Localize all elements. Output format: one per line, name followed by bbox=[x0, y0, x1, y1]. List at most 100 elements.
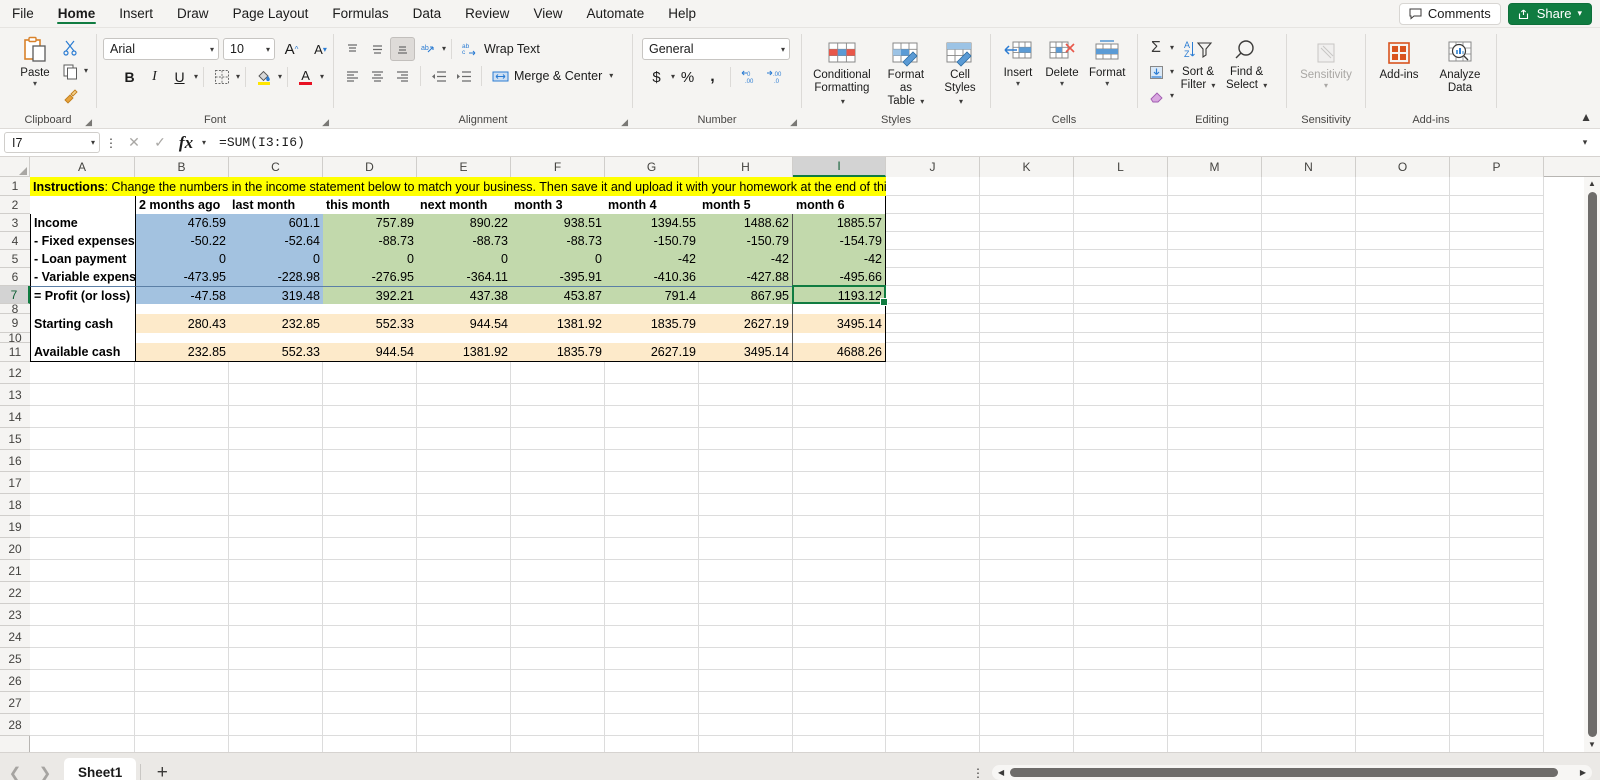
cell-I5[interactable]: -42 bbox=[793, 250, 886, 268]
cell-I10[interactable] bbox=[793, 333, 886, 343]
ribbon-tab-insert[interactable]: Insert bbox=[107, 0, 165, 27]
cell-A3-label[interactable]: Income bbox=[30, 214, 135, 232]
chevron-down-icon[interactable]: ▾ bbox=[1263, 81, 1267, 90]
merge-center-button[interactable]: Merge & Center ▾ bbox=[487, 67, 618, 86]
orientation-button[interactable]: ab bbox=[415, 37, 440, 61]
cell-F9[interactable]: 1381.92 bbox=[511, 314, 605, 333]
cell-B6[interactable]: -473.95 bbox=[135, 268, 229, 286]
select-all-button[interactable] bbox=[0, 157, 30, 177]
row-header-1[interactable]: 1 bbox=[0, 177, 30, 196]
cell-D9[interactable]: 552.33 bbox=[323, 314, 417, 333]
cell-G6[interactable]: -410.36 bbox=[605, 268, 699, 286]
borders-button[interactable] bbox=[209, 65, 234, 89]
shrink-font-button[interactable]: A ▾ bbox=[308, 37, 333, 61]
chevron-down-icon[interactable]: ▾ bbox=[1170, 68, 1174, 76]
cell-E5[interactable]: 0 bbox=[417, 250, 511, 268]
cell-D5[interactable]: 0 bbox=[323, 250, 417, 268]
ribbon-tab-automate[interactable]: Automate bbox=[574, 0, 656, 27]
chevron-down-icon[interactable]: ▾ bbox=[278, 73, 282, 81]
cell-I11[interactable]: 4688.26 bbox=[793, 343, 886, 362]
cell-A10[interactable] bbox=[30, 333, 135, 343]
cell-G9[interactable]: 1835.79 bbox=[605, 314, 699, 333]
column-header-n[interactable]: N bbox=[1262, 157, 1356, 177]
delete-cells-button[interactable]: Delete ▾ bbox=[1041, 37, 1083, 90]
cell-C9[interactable]: 232.85 bbox=[229, 314, 323, 333]
cell-A8[interactable] bbox=[30, 304, 135, 314]
cell-C3[interactable]: 601.1 bbox=[229, 214, 323, 232]
font-size-input[interactable]: 10 ▾ bbox=[223, 38, 275, 60]
cell-I6[interactable]: -495.66 bbox=[793, 268, 886, 286]
font-name-input[interactable]: Arial ▾ bbox=[103, 38, 219, 60]
cell-F5[interactable]: 0 bbox=[511, 250, 605, 268]
cell-D6[interactable]: -276.95 bbox=[323, 268, 417, 286]
column-header-k[interactable]: K bbox=[980, 157, 1074, 177]
chevron-down-icon[interactable]: ▾ bbox=[841, 97, 845, 106]
column-header-p[interactable]: P bbox=[1450, 157, 1544, 177]
cell-F10[interactable] bbox=[511, 333, 605, 343]
cell-C5[interactable]: 0 bbox=[229, 250, 323, 268]
cell-G2-header[interactable]: month 4 bbox=[605, 196, 699, 214]
chevron-down-icon[interactable]: ▾ bbox=[1060, 80, 1064, 88]
row-header-19[interactable]: 19 bbox=[0, 516, 30, 538]
chevron-down-icon[interactable]: ▾ bbox=[236, 73, 240, 81]
chevron-down-icon[interactable]: ▾ bbox=[91, 138, 95, 147]
fill-button[interactable] bbox=[1144, 60, 1168, 84]
sheet-tab-sheet1[interactable]: Sheet1 bbox=[64, 757, 137, 780]
cut-button[interactable] bbox=[58, 35, 82, 59]
cell-A4-label[interactable]: - Fixed expenses bbox=[30, 232, 135, 250]
row-header-24[interactable]: 24 bbox=[0, 626, 30, 648]
format-cells-button[interactable]: Format ▾ bbox=[1085, 37, 1129, 90]
row-header-22[interactable]: 22 bbox=[0, 582, 30, 604]
row-header-10[interactable]: 10 bbox=[0, 333, 30, 343]
column-header-e[interactable]: E bbox=[417, 157, 511, 177]
align-middle-button[interactable] bbox=[365, 37, 390, 61]
cell-B7[interactable]: -47.58 bbox=[135, 286, 229, 304]
cell-F2-header[interactable]: month 3 bbox=[511, 196, 605, 214]
cell-I8[interactable] bbox=[793, 304, 886, 314]
cell-F3[interactable]: 938.51 bbox=[511, 214, 605, 232]
row-header-20[interactable]: 20 bbox=[0, 538, 30, 560]
chevron-down-icon[interactable]: ▾ bbox=[609, 72, 613, 80]
row-header-14[interactable]: 14 bbox=[0, 406, 30, 428]
previous-sheet-button[interactable]: ❮ bbox=[0, 758, 30, 780]
vertical-scroll-thumb[interactable] bbox=[1587, 192, 1597, 737]
column-header-o[interactable]: O bbox=[1356, 157, 1450, 177]
cell-B8[interactable] bbox=[135, 304, 229, 314]
horizontal-scroll-thumb[interactable] bbox=[1010, 768, 1558, 777]
chevron-down-icon[interactable]: ▾ bbox=[1170, 44, 1174, 52]
cell-G10[interactable] bbox=[605, 333, 699, 343]
align-bottom-button[interactable] bbox=[390, 37, 415, 61]
cell-C11[interactable]: 552.33 bbox=[229, 343, 323, 362]
row-header-28[interactable]: 28 bbox=[0, 714, 30, 736]
cell-F6[interactable]: -395.91 bbox=[511, 268, 605, 286]
cell-B5[interactable]: 0 bbox=[135, 250, 229, 268]
paste-button[interactable]: Paste ▾ bbox=[14, 33, 56, 90]
scroll-down-icon[interactable]: ▼ bbox=[1588, 738, 1596, 752]
row-header-21[interactable]: 21 bbox=[0, 560, 30, 582]
row-header-8[interactable]: 8 bbox=[0, 304, 30, 314]
dialog-launcher-icon[interactable]: ◢ bbox=[790, 118, 797, 127]
cell-G11[interactable]: 2627.19 bbox=[605, 343, 699, 362]
row-header-13[interactable]: 13 bbox=[0, 384, 30, 406]
cell-H4[interactable]: -150.79 bbox=[699, 232, 793, 250]
cell-D10[interactable] bbox=[323, 333, 417, 343]
format-as-table-button[interactable]: Format as Table ▾ bbox=[878, 37, 934, 110]
cell-C8[interactable] bbox=[229, 304, 323, 314]
expand-formula-bar-button[interactable]: ▾ bbox=[1576, 137, 1594, 148]
ribbon-tab-data[interactable]: Data bbox=[401, 0, 454, 27]
row-header-5[interactable]: 5 bbox=[0, 250, 30, 268]
cell-E8[interactable] bbox=[417, 304, 511, 314]
cell-F11[interactable]: 1835.79 bbox=[511, 343, 605, 362]
insert-function-button[interactable]: fx bbox=[174, 132, 198, 154]
chevron-down-icon[interactable]: ▾ bbox=[202, 138, 206, 147]
cell-I9[interactable]: 3495.14 bbox=[793, 314, 886, 333]
vertical-scrollbar[interactable]: ▲ ▼ bbox=[1584, 177, 1600, 752]
cell-C4[interactable]: -52.64 bbox=[229, 232, 323, 250]
chevron-down-icon[interactable]: ▾ bbox=[33, 80, 37, 88]
row-header-6[interactable]: 6 bbox=[0, 268, 30, 286]
comments-button[interactable]: Comments bbox=[1398, 2, 1501, 25]
comma-button[interactable]: , bbox=[700, 65, 725, 89]
cell-B9[interactable]: 280.43 bbox=[135, 314, 229, 333]
underline-button[interactable]: U bbox=[167, 65, 192, 89]
column-header-d[interactable]: D bbox=[323, 157, 417, 177]
